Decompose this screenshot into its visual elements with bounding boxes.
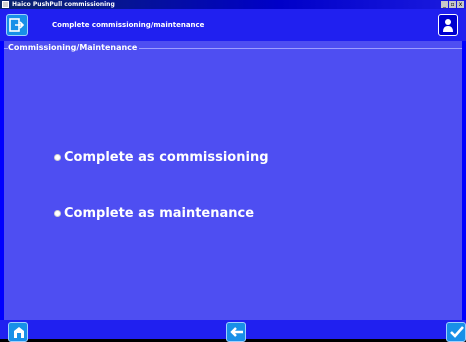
minimize-button[interactable]: _ [441,1,448,8]
checkmark-icon [450,326,464,338]
footer-bar [0,320,466,342]
option-complete-commissioning[interactable]: Complete as commissioning [54,150,269,165]
home-button[interactable] [8,322,28,342]
option-complete-maintenance[interactable]: Complete as maintenance [54,206,254,221]
back-button[interactable] [226,322,246,342]
close-button[interactable]: x [457,1,464,8]
maximize-button[interactable]: ▫ [449,1,456,8]
confirm-button[interactable] [446,322,466,342]
exit-button[interactable] [6,14,28,36]
home-icon [14,327,24,338]
option-label: Complete as maintenance [64,206,255,221]
page-title: Complete commissioning/maintenance [52,21,205,29]
user-icon [443,19,453,32]
app-icon [2,1,9,8]
window-title: Haico PushPull commissioning [12,1,115,8]
section-label: Commissioning/Maintenance [8,42,140,54]
radio-maintenance[interactable] [54,210,61,217]
user-button[interactable] [438,14,458,36]
window-controls: _ ▫ x [441,1,464,8]
back-arrow-icon [230,327,243,337]
window-titlebar[interactable]: Haico PushPull commissioning _ ▫ x [0,0,466,9]
exit-icon [9,18,25,32]
radio-commissioning[interactable] [54,154,61,161]
app-window: Haico PushPull commissioning _ ▫ x Compl… [0,0,466,342]
header-bar: Complete commissioning/maintenance [0,9,466,41]
option-label: Complete as commissioning [64,150,269,165]
